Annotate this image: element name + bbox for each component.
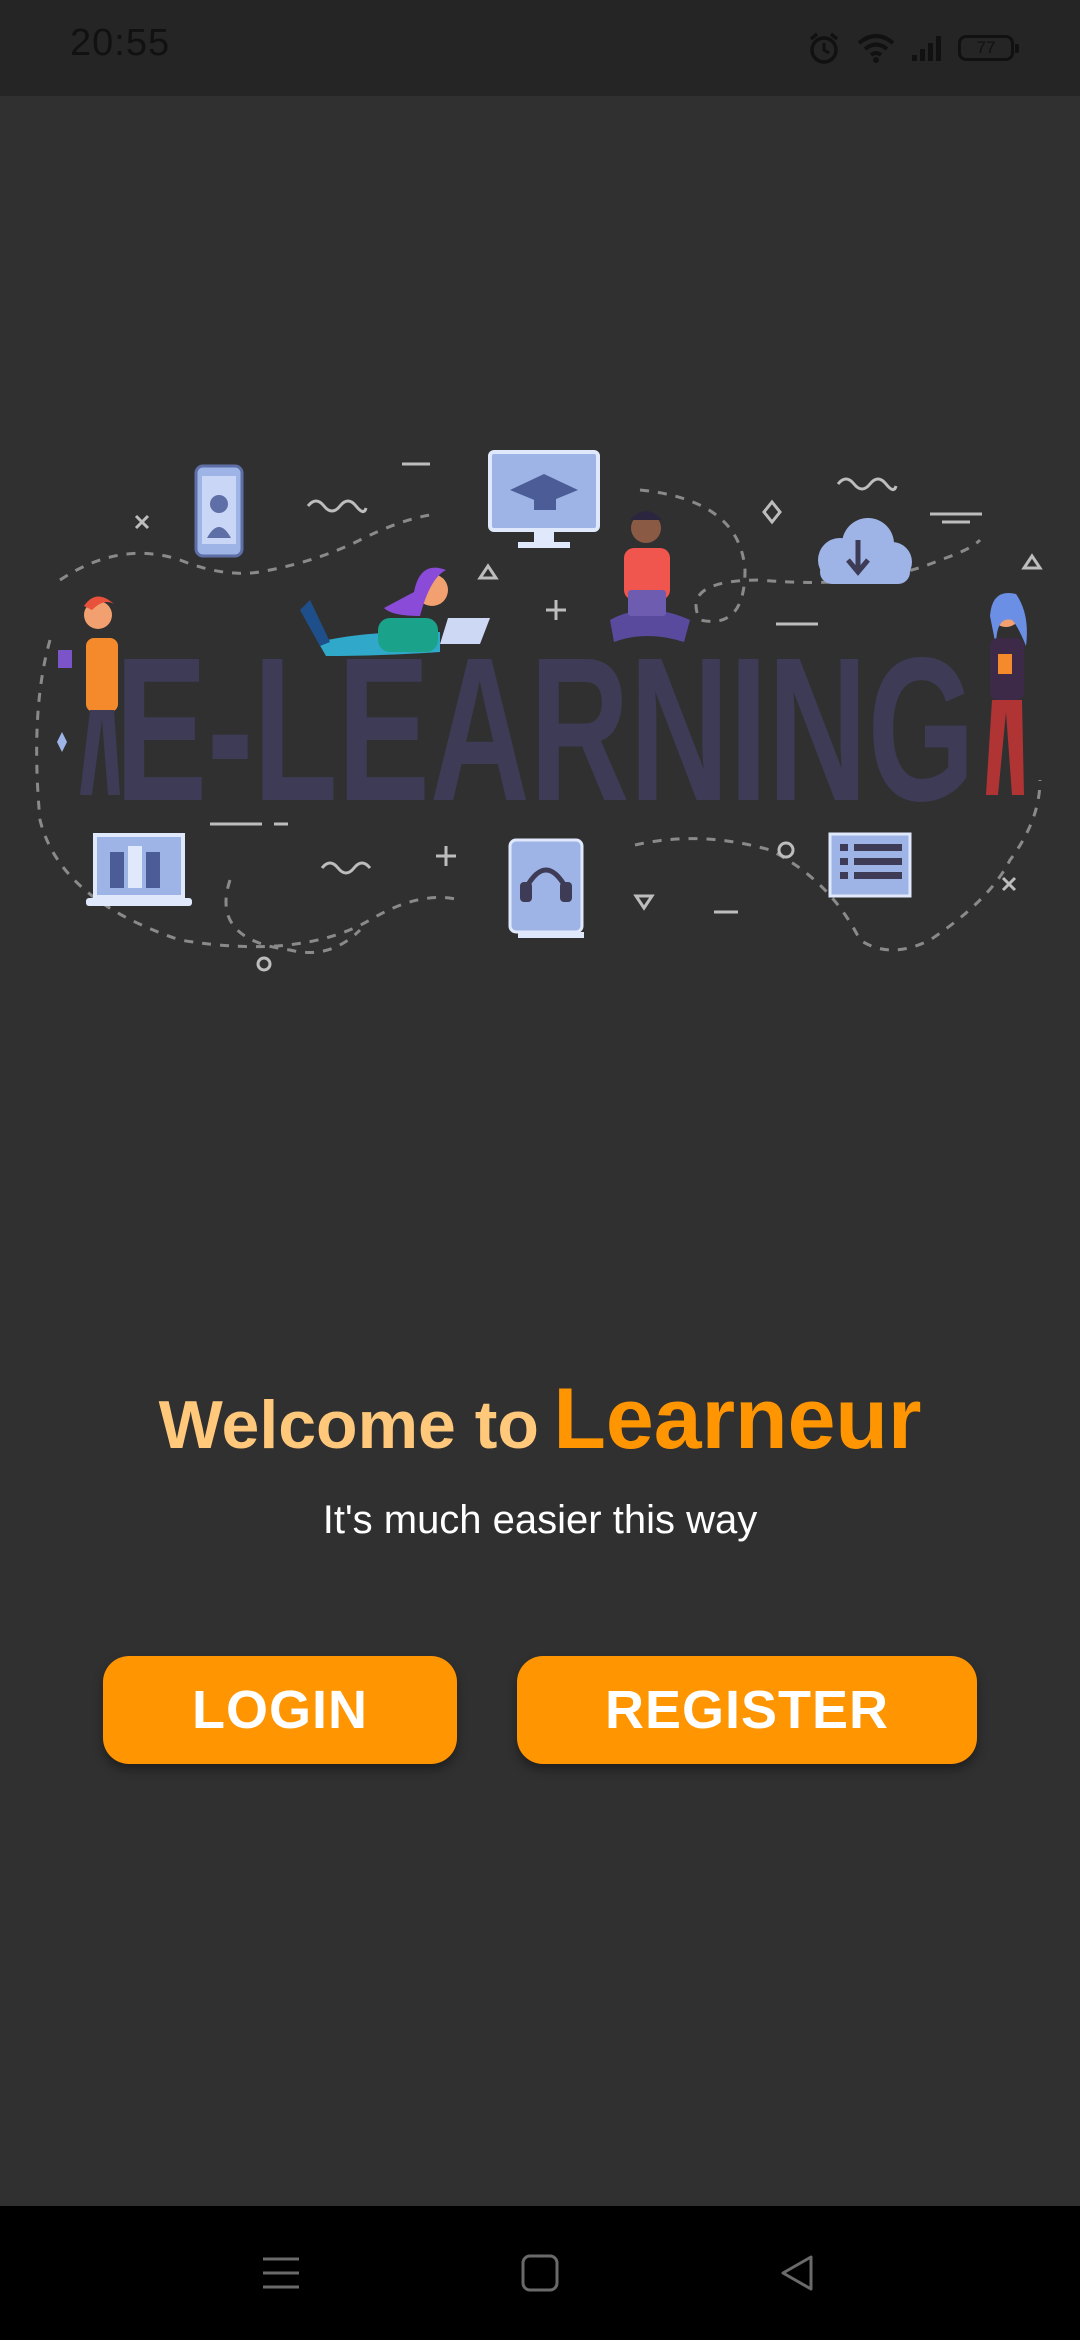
welcome-heading: Welcome to Learneur	[0, 1370, 1080, 1469]
person-sitting-illustration	[610, 511, 690, 642]
app-brand-name: Learneur	[553, 1371, 922, 1467]
monitor-illustration	[488, 450, 600, 548]
cloud-download-illustration	[818, 518, 912, 584]
home-icon[interactable]	[480, 2206, 600, 2340]
register-button[interactable]: REGISTER	[517, 1656, 977, 1764]
person-reading-illustration	[986, 592, 1027, 795]
illustration-title: E-LEARNING	[115, 615, 975, 844]
elearning-illustration: E-LEARNING	[0, 420, 1080, 1000]
welcome-screen: 20:55 77 E-LEARNING Welcome to Learneur …	[0, 0, 1080, 2340]
battery-icon: 77	[958, 35, 1019, 61]
signal-icon	[910, 33, 944, 63]
welcome-prefix: Welcome to	[158, 1387, 539, 1463]
battery-level: 77	[976, 38, 996, 57]
status-icons: 77	[806, 26, 1019, 70]
status-time: 20:55	[70, 22, 171, 64]
phone-illustration	[194, 464, 244, 558]
wifi-icon	[856, 32, 896, 64]
back-icon[interactable]	[737, 2206, 857, 2340]
alarm-icon	[806, 30, 842, 66]
login-button[interactable]: LOGIN	[103, 1656, 457, 1764]
status-bar: 20:55 77	[0, 0, 1080, 96]
headphone-book-illustration	[508, 838, 584, 938]
person-standing-illustration	[58, 596, 120, 795]
person-lying-illustration	[300, 567, 490, 656]
tagline: It's much easier this way	[322, 1498, 758, 1542]
navigation-bar	[0, 2206, 1080, 2340]
menu-icon[interactable]	[221, 2206, 341, 2340]
laptop-illustration	[86, 833, 192, 906]
document-list-illustration	[828, 832, 912, 898]
